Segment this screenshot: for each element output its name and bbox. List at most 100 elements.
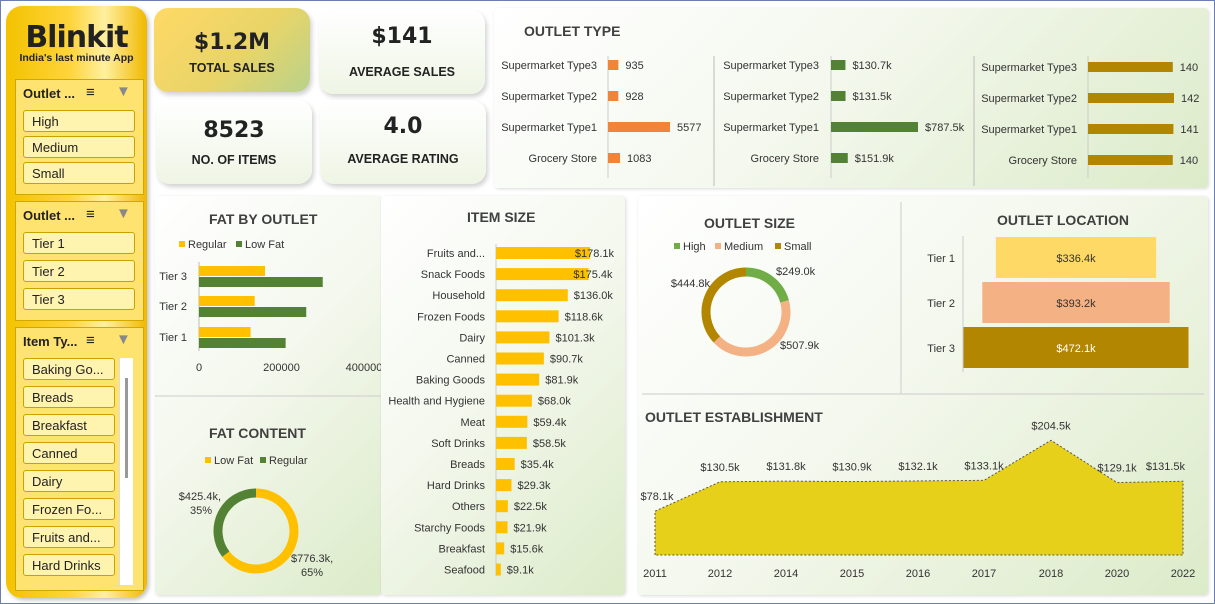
slicer-item[interactable]: Hard Drinks [23, 554, 115, 576]
bar [496, 500, 508, 513]
bar [496, 289, 568, 302]
bar [496, 394, 532, 407]
clear-filter-icon[interactable]: ▼ [116, 205, 131, 222]
area-series [654, 439, 1184, 556]
multi-select-icon[interactable]: ≡ [86, 206, 95, 223]
slicer-item[interactable]: Breakfast [23, 414, 115, 436]
multi-select-icon[interactable]: ≡ [86, 332, 95, 349]
slicer-item[interactable]: Frozen Fo... [23, 498, 115, 520]
category-label: Supermarket Type2 [501, 91, 597, 103]
data-label: 935 [625, 60, 643, 72]
bar-regular [199, 266, 265, 276]
slicer-item-type: Item Ty... ≡ ▼ Baking Go... Breads Break… [15, 327, 144, 591]
data-label: 140 [1180, 155, 1198, 167]
slicer-item-tier-2[interactable]: Tier 2 [23, 260, 135, 282]
bar [496, 458, 515, 470]
category-label: Tier 3 [927, 343, 955, 355]
scrollbar-thumb[interactable] [125, 378, 128, 478]
slicer-item-tier-3[interactable]: Tier 3 [23, 288, 135, 310]
category-label: Supermarket Type2 [981, 93, 1077, 105]
kpi-value: $1.2M [193, 30, 271, 55]
multi-select-icon[interactable]: ≡ [86, 84, 95, 101]
slicer-item[interactable]: Dairy [23, 470, 115, 492]
slicer-item[interactable]: Canned [23, 442, 115, 464]
category-label: Tier 1 [159, 332, 187, 344]
legend-label: Low Fat [214, 455, 253, 467]
data-label: 35% [190, 505, 212, 517]
slicer-item[interactable]: Baking Go... [23, 358, 115, 380]
slicer-header: Outlet ... [23, 86, 75, 101]
data-label: $9.1k [507, 565, 534, 577]
data-label: $22.5k [514, 501, 548, 513]
legend-label: Low Fat [245, 239, 284, 251]
category-label: Supermarket Type1 [981, 124, 1077, 136]
category-label: Supermarket Type1 [501, 122, 597, 134]
data-label: $393.2k [1056, 298, 1096, 310]
legend-swatch [179, 241, 185, 247]
data-label: $178.1k [575, 248, 615, 260]
slice-regular [213, 488, 257, 557]
legend-swatch [674, 243, 680, 249]
category-label: Seafood [444, 565, 485, 577]
category-label: Meat [461, 417, 485, 429]
data-label: $21.9k [514, 522, 548, 534]
slicer-scrollbar[interactable] [119, 358, 133, 585]
data-label: 928 [625, 91, 643, 103]
clear-filter-icon[interactable]: ▼ [116, 83, 131, 100]
data-label: $776.3k, [291, 553, 333, 565]
kpi-label: AVERAGE RATING [347, 152, 459, 166]
bar [608, 60, 619, 70]
kpi-number-of-items: 8523 NO. OF ITEMS [156, 100, 312, 184]
slice-medium [713, 300, 791, 357]
bar [1088, 93, 1174, 103]
item-size-panel: ITEM SIZE Fruits and... $178.1k Snack Food… [381, 196, 625, 595]
bar [608, 122, 670, 132]
data-label: $472.1k [1056, 343, 1096, 355]
legend-swatch [260, 457, 266, 463]
legend-label: Regular [188, 239, 227, 251]
kpi-label: AVERAGE SALES [348, 65, 456, 79]
slicer-item-medium[interactable]: Medium [23, 136, 135, 158]
tick-label: 2020 [1105, 568, 1129, 580]
outlet-type-chart: Supermarket Type3 935 Supermarket Type2 928… [501, 56, 1199, 186]
data-label: 142 [1181, 93, 1199, 105]
data-label: $90.7k [550, 354, 584, 366]
kpi-total-sales: $1.2M TOTAL SALES [154, 8, 310, 92]
data-label: $81.9k [545, 375, 579, 387]
bar [496, 331, 550, 344]
slicer-item-high[interactable]: High [23, 110, 135, 132]
data-label: 5577 [677, 122, 701, 134]
data-label: $131.5k [853, 91, 893, 103]
slicer-outlet-size: Outlet ... ≡ ▼ High Medium Small [15, 79, 144, 195]
data-label: $131.5k [1146, 461, 1186, 473]
category-label: Supermarket Type3 [723, 60, 819, 72]
slicer-item[interactable]: Fruits and... [23, 526, 115, 548]
legend-swatch [775, 243, 781, 249]
legend-swatch [715, 243, 721, 249]
data-label: $15.6k [510, 543, 544, 555]
data-label: $151.9k [855, 153, 895, 165]
category-label: Breakfast [439, 543, 485, 555]
bar [1088, 155, 1173, 165]
bar-low-fat [199, 338, 286, 348]
data-label: $130.5k [700, 462, 740, 474]
category-label: Canned [446, 354, 485, 366]
slicer-item-tier-1[interactable]: Tier 1 [23, 232, 135, 254]
category-label: Supermarket Type3 [981, 62, 1077, 74]
data-label: $59.4k [533, 417, 567, 429]
data-label: $101.3k [555, 332, 595, 344]
clear-filter-icon[interactable]: ▼ [116, 331, 131, 348]
bar [496, 310, 559, 323]
category-label: Supermarket Type1 [723, 122, 819, 134]
data-label: $507.9k [780, 340, 820, 352]
bar [831, 153, 848, 163]
bar [496, 352, 544, 365]
bar [496, 563, 501, 576]
category-label: Grocery Store [751, 153, 819, 165]
category-label: Health and Hygiene [388, 396, 485, 408]
kpi-label: TOTAL SALES [189, 61, 275, 75]
slicer-header: Outlet ... [23, 208, 75, 223]
kpi-average-sales: $141 AVERAGE SALES [319, 10, 485, 94]
slicer-item[interactable]: Breads [23, 386, 115, 408]
slicer-item-small[interactable]: Small [23, 162, 135, 184]
